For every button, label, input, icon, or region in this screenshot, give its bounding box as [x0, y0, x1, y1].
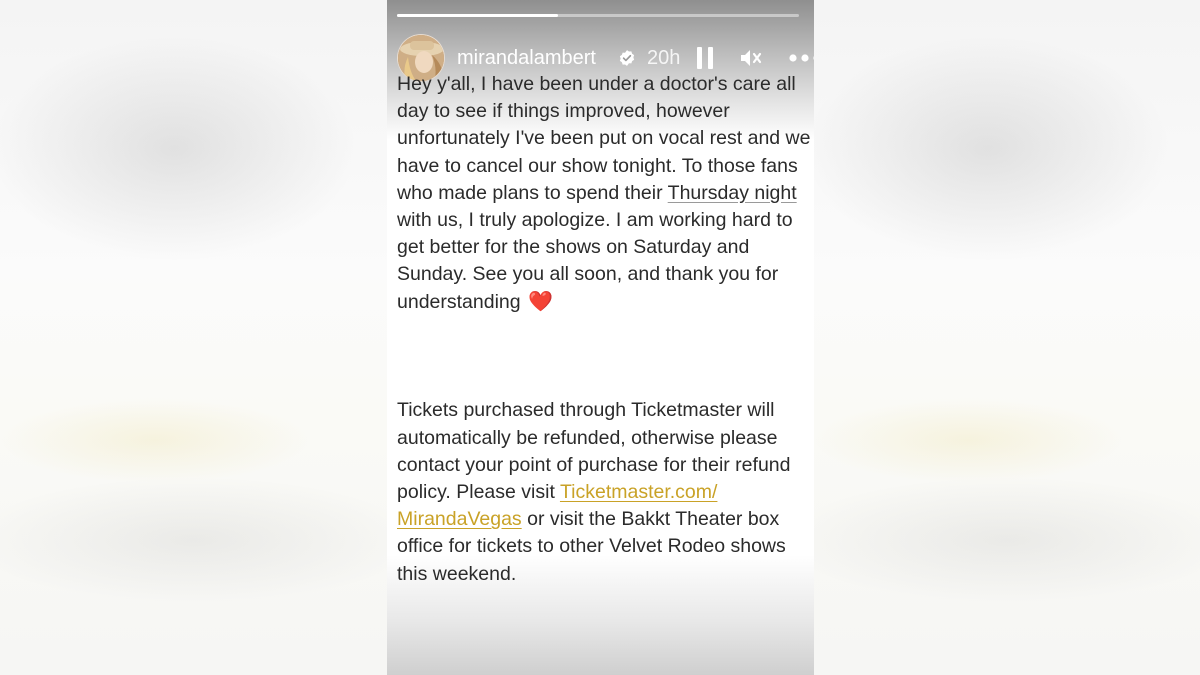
post-time: 20h: [647, 47, 681, 69]
blurred-backdrop-left: [0, 0, 387, 675]
red-heart-emoji: ❤️: [528, 290, 553, 313]
blurred-backdrop-right: [814, 0, 1200, 675]
pause-button[interactable]: [693, 46, 717, 70]
story-message: Hey y'all, I have been under a doctor's …: [397, 71, 814, 588]
more-options-button[interactable]: [789, 46, 814, 70]
story-progress-bar: [397, 14, 799, 17]
story-viewer: mirandalambert 20h Hey y'all, I have bee…: [0, 0, 1200, 675]
underlined-text: Thursday night: [667, 181, 797, 204]
message-paragraph-1: Hey y'all, I have been under a doctor's …: [397, 71, 814, 316]
story-progress-fill: [397, 14, 558, 17]
username[interactable]: mirandalambert: [457, 46, 596, 70]
story-panel[interactable]: mirandalambert 20h Hey y'all, I have bee…: [387, 0, 814, 675]
mute-icon: [741, 50, 762, 66]
message-paragraph-2: Tickets purchased through Ticketmaster w…: [397, 397, 814, 587]
message-text: with us, I truly apologize. I am working…: [397, 209, 793, 313]
more-options-icon: [789, 54, 814, 62]
verified-badge-icon: [619, 50, 635, 66]
pause-icon: [697, 47, 713, 69]
mute-button[interactable]: [739, 46, 763, 70]
